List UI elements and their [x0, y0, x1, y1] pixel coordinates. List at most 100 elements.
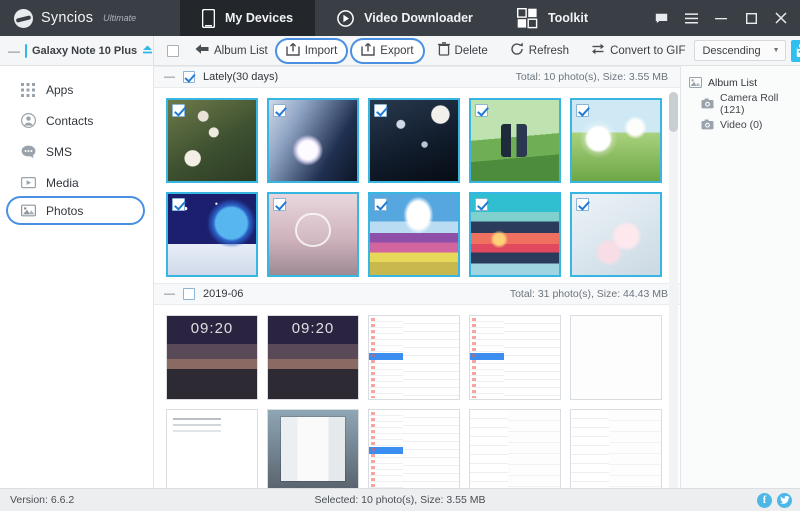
- photo-item[interactable]: [166, 315, 258, 400]
- export-button[interactable]: Export: [352, 40, 422, 62]
- album-item-video-label: Video (0): [720, 119, 762, 131]
- sidebar-item-sms[interactable]: SMS: [0, 136, 153, 167]
- sidebar-item-contacts-label: Contacts: [46, 114, 93, 128]
- photo-item[interactable]: [368, 315, 460, 400]
- delete-button[interactable]: Delete: [429, 40, 497, 62]
- brand: Syncios Ultimate: [0, 0, 180, 36]
- photo-item[interactable]: [469, 98, 561, 183]
- scrollbar-thumb[interactable]: [669, 92, 678, 132]
- photo-item[interactable]: [570, 192, 662, 277]
- import-button[interactable]: Import: [277, 40, 347, 62]
- delete-label: Delete: [455, 45, 488, 57]
- sidebar-item-media[interactable]: Media: [0, 167, 153, 198]
- photo-item[interactable]: [166, 98, 258, 183]
- convert-to-gif-button[interactable]: Convert to GIF: [582, 40, 694, 62]
- facebook-icon[interactable]: f: [757, 493, 772, 508]
- photo-item[interactable]: [267, 409, 359, 488]
- photo-checkbox[interactable]: [374, 104, 387, 117]
- group-header-lately: — Lately(30 days) Total: 10 photo(s), Si…: [154, 66, 680, 88]
- photo-item[interactable]: [368, 192, 460, 277]
- album-item-video[interactable]: Video (0): [681, 114, 800, 135]
- toolbar: — Galaxy Note 10 Plus Album List: [0, 36, 800, 66]
- maximize-icon[interactable]: [736, 0, 766, 36]
- eject-icon[interactable]: [142, 44, 153, 58]
- export-label: Export: [380, 45, 413, 57]
- toolbar-actions: Album List Import Export Delete: [154, 36, 800, 65]
- photo-grid-lately: [154, 88, 680, 283]
- photo-item[interactable]: [267, 315, 359, 400]
- photo-item[interactable]: [368, 98, 460, 183]
- device-name: Galaxy Note 10 Plus: [32, 45, 137, 57]
- view-by-date-button[interactable]: [791, 40, 800, 62]
- photo-item[interactable]: [267, 98, 359, 183]
- tab-toolkit[interactable]: Toolkit: [495, 0, 610, 36]
- minimize-icon[interactable]: [706, 0, 736, 36]
- camera-icon: [701, 119, 714, 131]
- sms-bubble-icon: [20, 144, 36, 160]
- album-list-root-label: Album List: [708, 77, 757, 89]
- title-bar: Syncios Ultimate My Devices Video Downlo…: [0, 0, 800, 36]
- group-meta-2019-06: Total: 31 photo(s), Size: 44.43 MB: [510, 288, 668, 300]
- tab-video-downloader[interactable]: Video Downloader: [315, 0, 495, 36]
- photo-item[interactable]: [267, 192, 359, 277]
- chevron-down-icon: ▼: [773, 47, 780, 54]
- device-collapse-icon[interactable]: —: [8, 44, 20, 58]
- tab-my-devices[interactable]: My Devices: [180, 0, 315, 36]
- group-header-2019-06: — 2019-06 Total: 31 photo(s), Size: 44.4…: [154, 283, 680, 305]
- phone-icon: [202, 9, 215, 28]
- group-checkbox-2019-06[interactable]: [183, 288, 195, 300]
- group-meta-lately: Total: 10 photo(s), Size: 3.55 MB: [516, 71, 668, 83]
- photo-checkbox[interactable]: [273, 198, 286, 211]
- group-checkbox-lately[interactable]: [183, 71, 195, 83]
- camera-icon: [701, 98, 714, 110]
- close-icon[interactable]: [766, 0, 796, 36]
- photo-item[interactable]: [368, 409, 460, 488]
- photo-checkbox[interactable]: [475, 198, 488, 211]
- brand-name: Syncios: [41, 10, 93, 26]
- photos-image-icon: [20, 203, 36, 219]
- photo-checkbox[interactable]: [576, 104, 589, 117]
- photo-item[interactable]: [166, 409, 258, 488]
- photo-checkbox[interactable]: [475, 104, 488, 117]
- photo-item[interactable]: [166, 192, 258, 277]
- photo-item[interactable]: [469, 409, 561, 488]
- sidebar-item-apps[interactable]: Apps: [0, 74, 153, 105]
- social-links: f: [757, 493, 800, 508]
- feedback-icon[interactable]: [646, 0, 676, 36]
- group-collapse-icon[interactable]: —: [164, 288, 175, 300]
- menu-icon[interactable]: [676, 0, 706, 36]
- group-title-2019-06: 2019-06: [203, 288, 243, 300]
- photo-item[interactable]: [570, 409, 662, 488]
- album-list-label: Album List: [214, 45, 268, 57]
- group-collapse-icon[interactable]: —: [164, 71, 175, 83]
- twitter-icon[interactable]: [777, 493, 792, 508]
- album-list-button[interactable]: Album List: [186, 40, 277, 62]
- photo-item[interactable]: [570, 315, 662, 400]
- sidebar-item-photos[interactable]: Photos: [8, 198, 143, 223]
- photo-checkbox[interactable]: [172, 198, 185, 211]
- photo-item[interactable]: [469, 192, 561, 277]
- sidebar-item-contacts[interactable]: Contacts: [0, 105, 153, 136]
- brand-edition: Ultimate: [103, 13, 136, 23]
- photo-checkbox[interactable]: [172, 104, 185, 117]
- sidebar-item-media-label: Media: [46, 176, 79, 190]
- photo-item[interactable]: [469, 315, 561, 400]
- album-item-camera-roll[interactable]: Camera Roll (121): [681, 93, 800, 114]
- refresh-label: Refresh: [529, 45, 569, 57]
- select-all-checkbox[interactable]: [160, 40, 186, 62]
- photo-grid-2019-06: [154, 305, 680, 488]
- sort-order-select[interactable]: Descending ▼: [694, 40, 785, 61]
- photo-checkbox[interactable]: [576, 198, 589, 211]
- photo-item[interactable]: [570, 98, 662, 183]
- device-selector[interactable]: — Galaxy Note 10 Plus: [0, 36, 154, 65]
- select-all-box[interactable]: [167, 45, 179, 57]
- photo-panel-scrollbar[interactable]: [669, 92, 678, 488]
- group-title-lately: Lately(30 days): [203, 71, 278, 83]
- tab-video-downloader-label: Video Downloader: [364, 11, 473, 25]
- refresh-button[interactable]: Refresh: [501, 40, 578, 62]
- main-tabs: My Devices Video Downloader Toolk: [180, 0, 610, 36]
- photo-checkbox[interactable]: [273, 104, 286, 117]
- album-list-root[interactable]: Album List: [681, 72, 800, 93]
- photo-checkbox[interactable]: [374, 198, 387, 211]
- play-circle-icon: [337, 10, 354, 27]
